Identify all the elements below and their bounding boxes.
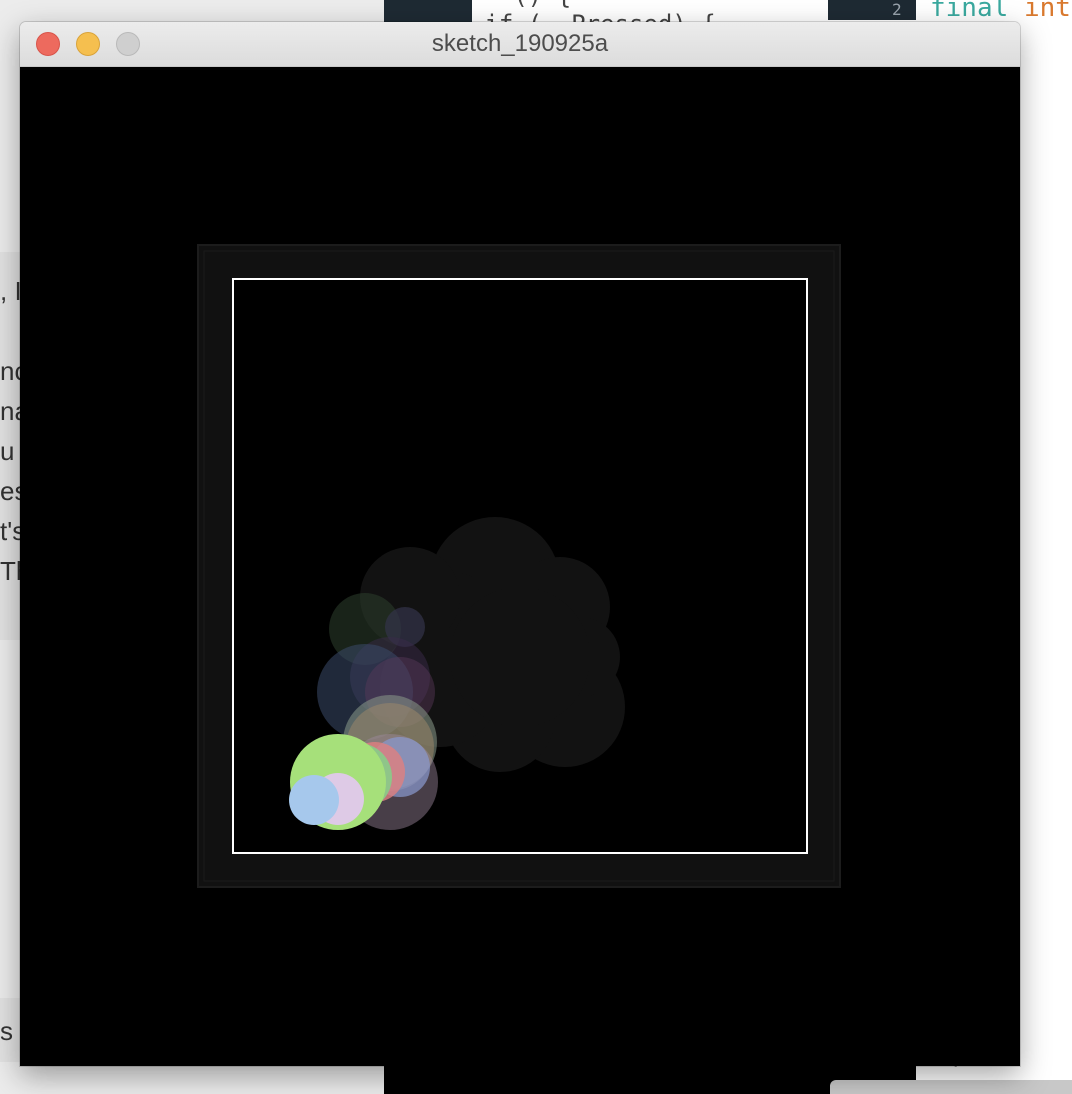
- zoom-button[interactable]: [116, 32, 140, 56]
- left-text-line: es: [0, 478, 20, 504]
- left-bottom-panel: s a: [0, 998, 20, 1062]
- sketch-drawing: [197, 244, 841, 888]
- sketch-window: sketch_190925a: [20, 22, 1020, 1066]
- window-title: sketch_190925a: [431, 30, 609, 57]
- editor-gutter: [828, 0, 916, 20]
- left-text-line: nc: [0, 358, 20, 384]
- sketch-canvas[interactable]: [20, 67, 1020, 1066]
- editor-dark-panel: [384, 0, 472, 22]
- left-text-line: , I: [0, 278, 20, 304]
- left-text-line: u: [0, 438, 15, 464]
- scrollbar[interactable]: [830, 1080, 1072, 1094]
- left-text-line: na: [0, 398, 20, 424]
- line-number: 2: [892, 0, 902, 19]
- title-bar[interactable]: sketch_190925a: [20, 22, 1020, 67]
- minimize-button[interactable]: [76, 32, 100, 56]
- left-text-line: t's: [0, 518, 20, 544]
- left-bottom-text: s a: [0, 1018, 20, 1044]
- left-text-line: Th: [0, 558, 20, 584]
- close-button[interactable]: [36, 32, 60, 56]
